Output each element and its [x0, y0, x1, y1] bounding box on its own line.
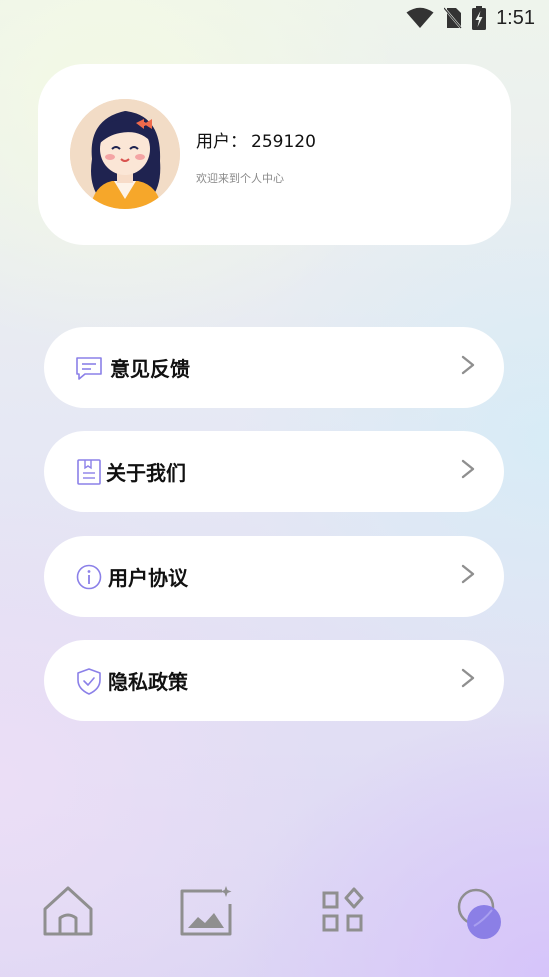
nav-apps-button[interactable] [314, 882, 374, 942]
nav-gallery-button[interactable] [176, 882, 236, 942]
apps-icon [322, 887, 364, 932]
image-icon [180, 886, 232, 936]
menu-label-about: 关于我们 [106, 461, 186, 485]
nav-home-button[interactable] [38, 882, 98, 942]
menu-item-user-agreement[interactable]: 用户协议 [44, 536, 504, 617]
shield-icon [77, 668, 101, 695]
welcome-text: 欢迎来到个人中心 [196, 172, 284, 185]
menu-item-about[interactable]: 关于我们 [44, 431, 504, 512]
menu-item-privacy-policy[interactable]: 隐私政策 [44, 640, 504, 721]
chevron-right-icon [461, 355, 475, 375]
menu-item-feedback[interactable]: 意见反馈 [44, 327, 504, 408]
menu-label-user-agreement: 用户协议 [108, 566, 188, 590]
user-id: 259120 [251, 132, 316, 152]
status-time: 1:51 [496, 6, 535, 29]
bottom-nav [0, 872, 549, 952]
menu-label-privacy-policy: 隐私政策 [108, 670, 188, 694]
feedback-icon [76, 357, 102, 380]
home-icon [43, 886, 93, 936]
menu-label-feedback: 意见反馈 [110, 357, 190, 381]
about-icon [77, 459, 101, 485]
info-icon [76, 564, 102, 590]
profile-planet-icon [457, 888, 501, 939]
nav-profile-button[interactable] [452, 882, 512, 942]
chevron-right-icon [461, 564, 475, 584]
chevron-right-icon [461, 459, 475, 479]
wifi-icon [406, 7, 434, 28]
no-sim-icon [444, 7, 462, 29]
status-bar: 1:51 [0, 0, 549, 38]
avatar[interactable] [70, 99, 180, 209]
chevron-right-icon [461, 668, 475, 688]
user-label: 用户： [196, 132, 247, 152]
profile-card: 用户： 259120 欢迎来到个人中心 [38, 64, 511, 245]
username: 用户： 259120 [196, 127, 316, 152]
battery-charging-icon [472, 6, 487, 30]
